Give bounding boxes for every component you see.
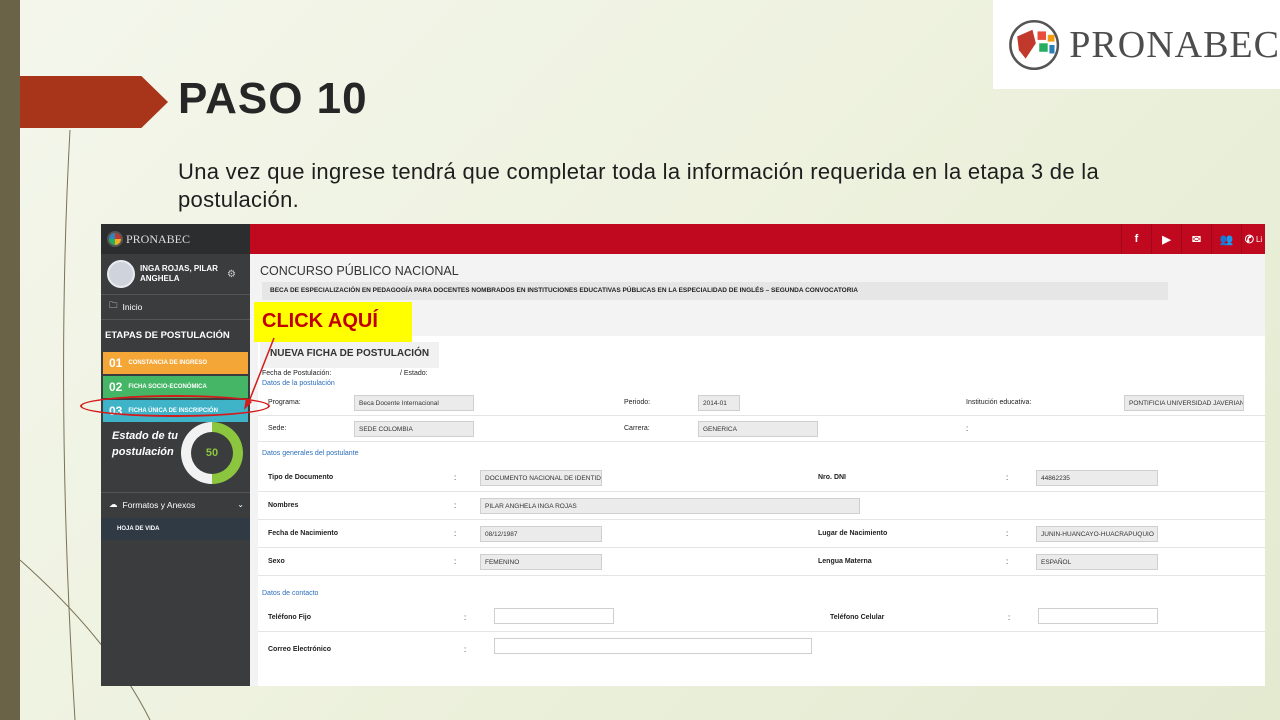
tab-nueva-ficha[interactable]: NUEVA FICHA DE POSTULACIÓN [260,342,440,368]
dni-field[interactable]: 44862235 [1036,470,1158,486]
correo-label: Correo Electrónico [268,646,332,653]
lugar-label: Lugar de Nacimiento [818,530,888,537]
topbar-partial-text: Li [1255,234,1263,244]
facebook-icon[interactable]: f [1121,224,1151,254]
tel-cel-label: Teléfono Celular [830,614,885,621]
periodo-field[interactable]: 2014-01 [698,395,740,411]
youtube-icon[interactable]: ▶ [1151,224,1181,254]
sidebar-item-hoja-de-vida[interactable]: HOJA DE VIDA [101,518,250,540]
logo-text: PRONABEC [1069,23,1280,66]
lengua-label: Lengua Materna [818,558,872,565]
tel-cel-input[interactable] [1038,608,1158,624]
row-nacimiento: Fecha de Nacimiento : 08/12/1987 Lugar d… [258,520,1265,548]
stage-number: 01 [109,356,123,370]
globe-icon [1009,19,1060,70]
sexo-field[interactable]: FEMENINO [480,554,602,570]
colon: : [1008,613,1011,622]
lengua-field[interactable]: ESPAÑOL [1036,554,1158,570]
carrera-label: Carrera: [624,425,650,432]
folder-icon: 🗀 [109,300,118,310]
row-telefono: Teléfono Fijo : Teléfono Celular : [258,602,1265,632]
tel-fijo-label: Teléfono Fijo [268,614,312,621]
sidebar-item-label: Inicio [122,302,143,312]
stage-number: 02 [109,380,123,394]
etapas-title: ETAPAS DE POSTULACIÓN [105,330,230,341]
stage-constancia[interactable]: 01 CONSTANCIA DE INGRESO [103,352,248,374]
chevron-down-icon: ⌄ [237,500,244,509]
globe-icon [107,231,123,247]
sidebar-logo[interactable]: PRONABEC [101,224,250,254]
highlight-ellipse [80,395,270,417]
colon: : [1006,529,1009,538]
sede-field[interactable]: SEDE COLOMBIA [354,421,474,437]
periodo-label: Periodo: [624,399,651,406]
nombres-field[interactable]: PILAR ANGHELA INGA ROJAS [480,498,860,514]
users-icon[interactable]: 👥 [1211,224,1241,254]
tipo-doc-field[interactable]: DOCUMENTO NACIONAL DE IDENTIDAD [480,470,602,486]
carrera-field[interactable]: GENERICA [698,421,818,437]
top-bar: f ▶ ✉ 👥 ✆ Li [250,224,1265,254]
tel-fijo-input[interactable] [494,608,614,624]
slide-text: Una vez que ingrese tendrá que completar… [178,159,1100,212]
row-sexo: Sexo : FEMENINO Lengua Materna : ESPAÑOL [258,548,1265,576]
programa-field[interactable]: Beca Docente Internacional [354,395,474,411]
colon: : [1006,473,1009,482]
stage-label: CONSTANCIA DE INGRESO [128,360,208,366]
title-arrow-shape [20,76,168,128]
mail-icon[interactable]: ✉ [1181,224,1211,254]
nombres-label: Nombres [268,502,299,509]
phone-icon[interactable]: ✆ Li [1241,224,1265,254]
section-contacto: Datos de contacto [262,590,319,597]
progress-donut: 50 [181,422,243,484]
estado-text: Estado de tu postulación [112,430,179,458]
form-card: NUEVA FICHA DE POSTULACIÓN Fecha de Post… [258,336,1265,686]
sidebar-item-label: Formatos y Anexos [122,499,196,510]
user-name: INGA ROJAS, PILAR ANGHELA [140,264,218,283]
correo-input[interactable] [494,638,812,654]
row-sede: Sede: SEDE COLOMBIA Carrera: GENERICA : [258,416,1265,442]
row-nombres: Nombres : PILAR ANGHELA INGA ROJAS [258,492,1265,520]
user-panel: INGA ROJAS, PILAR ANGHELA ⚙ [101,254,250,294]
row-documento: Tipo de Documento : DOCUMENTO NACIONAL D… [258,464,1265,492]
institucion-label: Institución educativa: [966,399,1032,406]
colon: : [454,501,457,510]
institucion-field[interactable]: PONTIFICIA UNIVERSIDAD JAVERIANA [1124,395,1244,411]
slide-title: PASO 10 [178,74,368,123]
dni-label: Nro. DNI [818,474,846,481]
tipo-doc-label: Tipo de Documento [268,474,334,481]
colon: : [454,557,457,566]
colon: : [454,473,457,482]
sede-label: Sede: [268,425,287,432]
colon: : [464,645,467,654]
colon: : [464,613,467,622]
cloud-icon: ☁ [109,499,118,509]
row-correo: Correo Electrónico : [258,632,1265,666]
concurso-title: CONCURSO PÚBLICO NACIONAL [260,264,459,278]
beca-title: BECA DE ESPECIALIZACIÓN EN PEDAGOGÍA PAR… [262,282,1168,300]
stage-label: FICHA SOCIO-ECONÓMICA [128,384,207,390]
nacimiento-label: Fecha de Nacimiento [268,530,339,537]
sidebar-item-inicio[interactable]: 🗀 Inicio [101,294,250,320]
estado-label: / Estado: [400,370,428,377]
section-generales: Datos generales del postulante [262,450,359,457]
nacimiento-field[interactable]: 08/12/1987 [480,526,602,542]
colon: : [966,424,969,433]
sidebar-logo-text: PRONABEC [126,231,191,246]
lugar-field[interactable]: JUNIN-HUANCAYO-HUACRAPUQUIO [1036,526,1158,542]
pronabec-logo: PRONABEC [993,0,1280,89]
row-programa: Programa: Beca Docente Internacional Per… [258,390,1265,416]
app-screenshot: PRONABEC INGA ROJAS, PILAR ANGHELA ⚙ 🗀 I… [101,224,1265,686]
colon: : [1006,557,1009,566]
gear-icon[interactable]: ⚙ [227,269,236,280]
estado-panel: Estado de tu postulación 50 [101,422,250,484]
avatar [107,260,135,288]
colon: : [454,529,457,538]
sidebar: PRONABEC INGA ROJAS, PILAR ANGHELA ⚙ 🗀 I… [101,224,250,686]
sidebar-item-formatos[interactable]: ☁ Formatos y Anexos ⌄ [101,492,250,516]
sexo-label: Sexo [268,558,285,565]
progress-value: 50 [191,432,233,474]
